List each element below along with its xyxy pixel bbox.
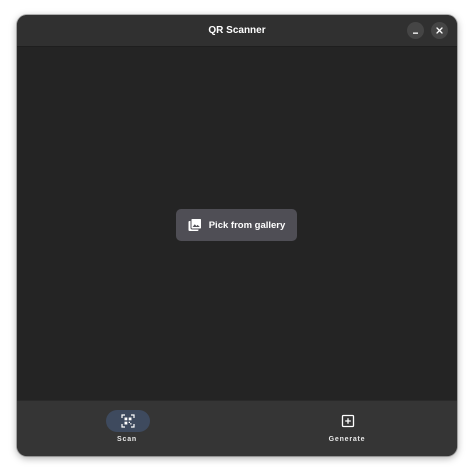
window-title: QR Scanner xyxy=(208,25,266,36)
pick-from-gallery-button[interactable]: Pick from gallery xyxy=(176,209,297,241)
close-button[interactable] xyxy=(431,22,448,39)
header-bar: QR Scanner xyxy=(17,15,457,47)
add-square-icon xyxy=(341,414,355,428)
gallery-icon xyxy=(188,218,202,232)
app-window: QR Scanner Pick from gallery Scan Genera… xyxy=(17,15,457,456)
nav-active-indicator xyxy=(106,410,150,432)
bottom-nav-bar: Scan Generate xyxy=(17,400,457,456)
qr-scan-icon xyxy=(121,414,135,428)
main-content: Pick from gallery xyxy=(17,47,457,400)
minimize-icon xyxy=(411,26,420,35)
minimize-button[interactable] xyxy=(407,22,424,39)
nav-label-generate: Generate xyxy=(328,436,366,443)
nav-label-scan: Scan xyxy=(117,436,137,443)
close-icon xyxy=(435,26,444,35)
pick-from-gallery-label: Pick from gallery xyxy=(208,219,286,231)
nav-pill-generate xyxy=(326,410,370,432)
nav-item-generate[interactable]: Generate xyxy=(237,401,457,456)
nav-item-scan[interactable]: Scan xyxy=(17,401,237,456)
